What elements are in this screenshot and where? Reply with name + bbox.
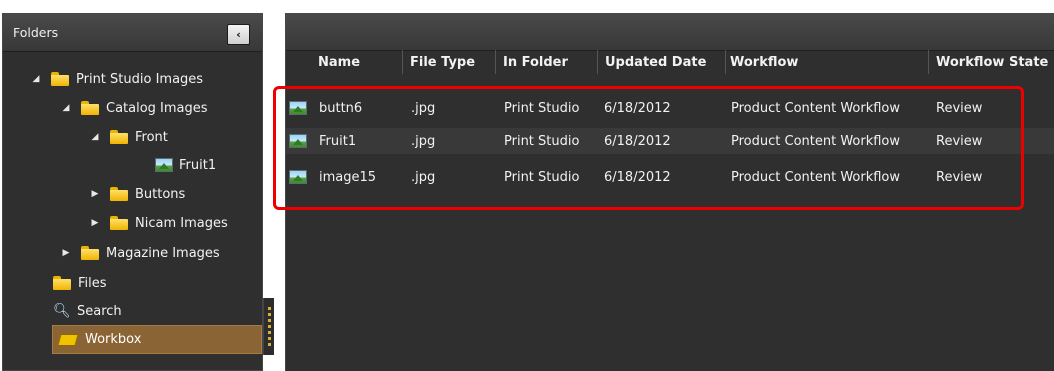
collapse-arrow-icon[interactable]: ▶ — [90, 218, 100, 228]
column-header-name[interactable]: Name — [318, 50, 360, 74]
cell-updated-date: 6/18/2012 — [604, 133, 671, 149]
chevron-left-icon: ‹ — [236, 28, 241, 41]
cell-workflow-state: Review — [936, 169, 983, 185]
collapse-arrow-icon[interactable]: ▶ — [61, 248, 71, 258]
expand-arrow-icon[interactable]: ◢ — [90, 132, 100, 142]
tree-item-label: Nicam Images — [135, 215, 228, 231]
table-row[interactable]: image15 .jpg Print Studio 6/18/2012 Prod… — [286, 164, 1054, 190]
workbox-icon — [57, 333, 79, 346]
folders-panel-header: Folders — [3, 14, 262, 52]
folder-icon — [110, 187, 128, 201]
tree-item-label: Print Studio Images — [76, 71, 204, 87]
nav-item-workbox[interactable]: Workbox — [52, 325, 262, 354]
row-thumbnail — [289, 128, 313, 154]
cell-workflow: Product Content Workflow — [731, 169, 901, 185]
grip-icon — [267, 306, 271, 347]
image-icon — [289, 134, 307, 148]
column-header-workflow-state[interactable]: Workflow State — [936, 50, 1048, 74]
tree-item-nicam-images[interactable]: ▶ Nicam Images — [90, 210, 228, 236]
collapse-arrow-icon[interactable]: ▶ — [90, 189, 100, 199]
nav-item-search[interactable]: 🔍︎ Search — [53, 298, 122, 324]
table-row[interactable]: buttn6 .jpg Print Studio 6/18/2012 Produ… — [286, 95, 1054, 121]
image-icon — [289, 170, 307, 184]
cell-file-type: .jpg — [411, 133, 436, 149]
row-thumbnail — [289, 164, 313, 190]
cell-workflow-state: Review — [936, 100, 983, 116]
folder-icon — [53, 276, 71, 290]
folders-panel-title: Folders — [13, 25, 59, 40]
tree-item-magazine-images[interactable]: ▶ Magazine Images — [61, 240, 220, 266]
column-header-workflow[interactable]: Workflow — [730, 50, 798, 74]
folder-icon — [81, 101, 99, 115]
expand-arrow-icon[interactable]: ◢ — [61, 103, 71, 113]
nav-item-label: Search — [77, 303, 122, 319]
cell-in-folder: Print Studio — [504, 100, 580, 116]
cell-in-folder: Print Studio — [504, 133, 580, 149]
results-toolbar — [286, 13, 1054, 51]
tree-item-label: Buttons — [135, 186, 186, 202]
tree-item-print-studio-images[interactable]: ◢ Print Studio Images — [31, 66, 204, 92]
tree-item-label: Fruit1 — [179, 157, 217, 173]
cell-in-folder: Print Studio — [504, 169, 580, 185]
table-row[interactable]: Fruit1 .jpg Print Studio 6/18/2012 Produ… — [286, 128, 1054, 154]
tree-item-label: Magazine Images — [106, 245, 220, 261]
cell-workflow: Product Content Workflow — [731, 100, 901, 116]
cell-name: image15 — [319, 169, 377, 185]
cell-updated-date: 6/18/2012 — [604, 169, 671, 185]
folders-panel: Folders ‹ ◢ Print Studio Images ◢ Catalo… — [2, 13, 263, 371]
panel-splitter-handle[interactable] — [263, 298, 274, 355]
tree-item-label: Catalog Images — [106, 100, 208, 116]
column-header-in-folder[interactable]: In Folder — [503, 50, 568, 74]
image-icon — [155, 158, 173, 172]
search-icon: 🔍︎ — [53, 303, 71, 319]
column-header-file-type[interactable]: File Type — [410, 50, 475, 74]
tree-item-front[interactable]: ◢ Front — [90, 124, 168, 150]
cell-file-type: .jpg — [411, 169, 436, 185]
column-header-updated-date[interactable]: Updated Date — [605, 50, 706, 74]
tree-item-buttons[interactable]: ▶ Buttons — [90, 181, 186, 207]
image-icon — [289, 101, 307, 115]
cell-file-type: .jpg — [411, 100, 436, 116]
expand-arrow-icon[interactable]: ◢ — [31, 74, 41, 84]
cell-workflow: Product Content Workflow — [731, 133, 901, 149]
column-divider[interactable] — [725, 50, 726, 74]
collapse-panel-button[interactable]: ‹ — [227, 24, 250, 45]
nav-item-files[interactable]: Files — [53, 270, 107, 296]
tree-item-fruit1[interactable]: Fruit1 — [155, 152, 216, 178]
cell-updated-date: 6/18/2012 — [604, 100, 671, 116]
cell-name: buttn6 — [319, 100, 363, 116]
folder-icon — [110, 216, 128, 230]
nav-item-label: Workbox — [85, 332, 142, 347]
column-divider[interactable] — [597, 50, 598, 74]
folder-icon — [81, 246, 99, 260]
cell-name: Fruit1 — [319, 133, 357, 149]
tree-item-catalog-images[interactable]: ◢ Catalog Images — [61, 95, 208, 121]
column-divider[interactable] — [928, 50, 929, 74]
folder-icon — [110, 130, 128, 144]
nav-item-label: Files — [78, 275, 107, 291]
tree-item-label: Front — [135, 129, 168, 145]
row-thumbnail — [289, 95, 313, 121]
folder-icon — [51, 72, 69, 86]
column-divider[interactable] — [402, 50, 403, 74]
column-divider[interactable] — [495, 50, 496, 74]
cell-workflow-state: Review — [936, 133, 983, 149]
